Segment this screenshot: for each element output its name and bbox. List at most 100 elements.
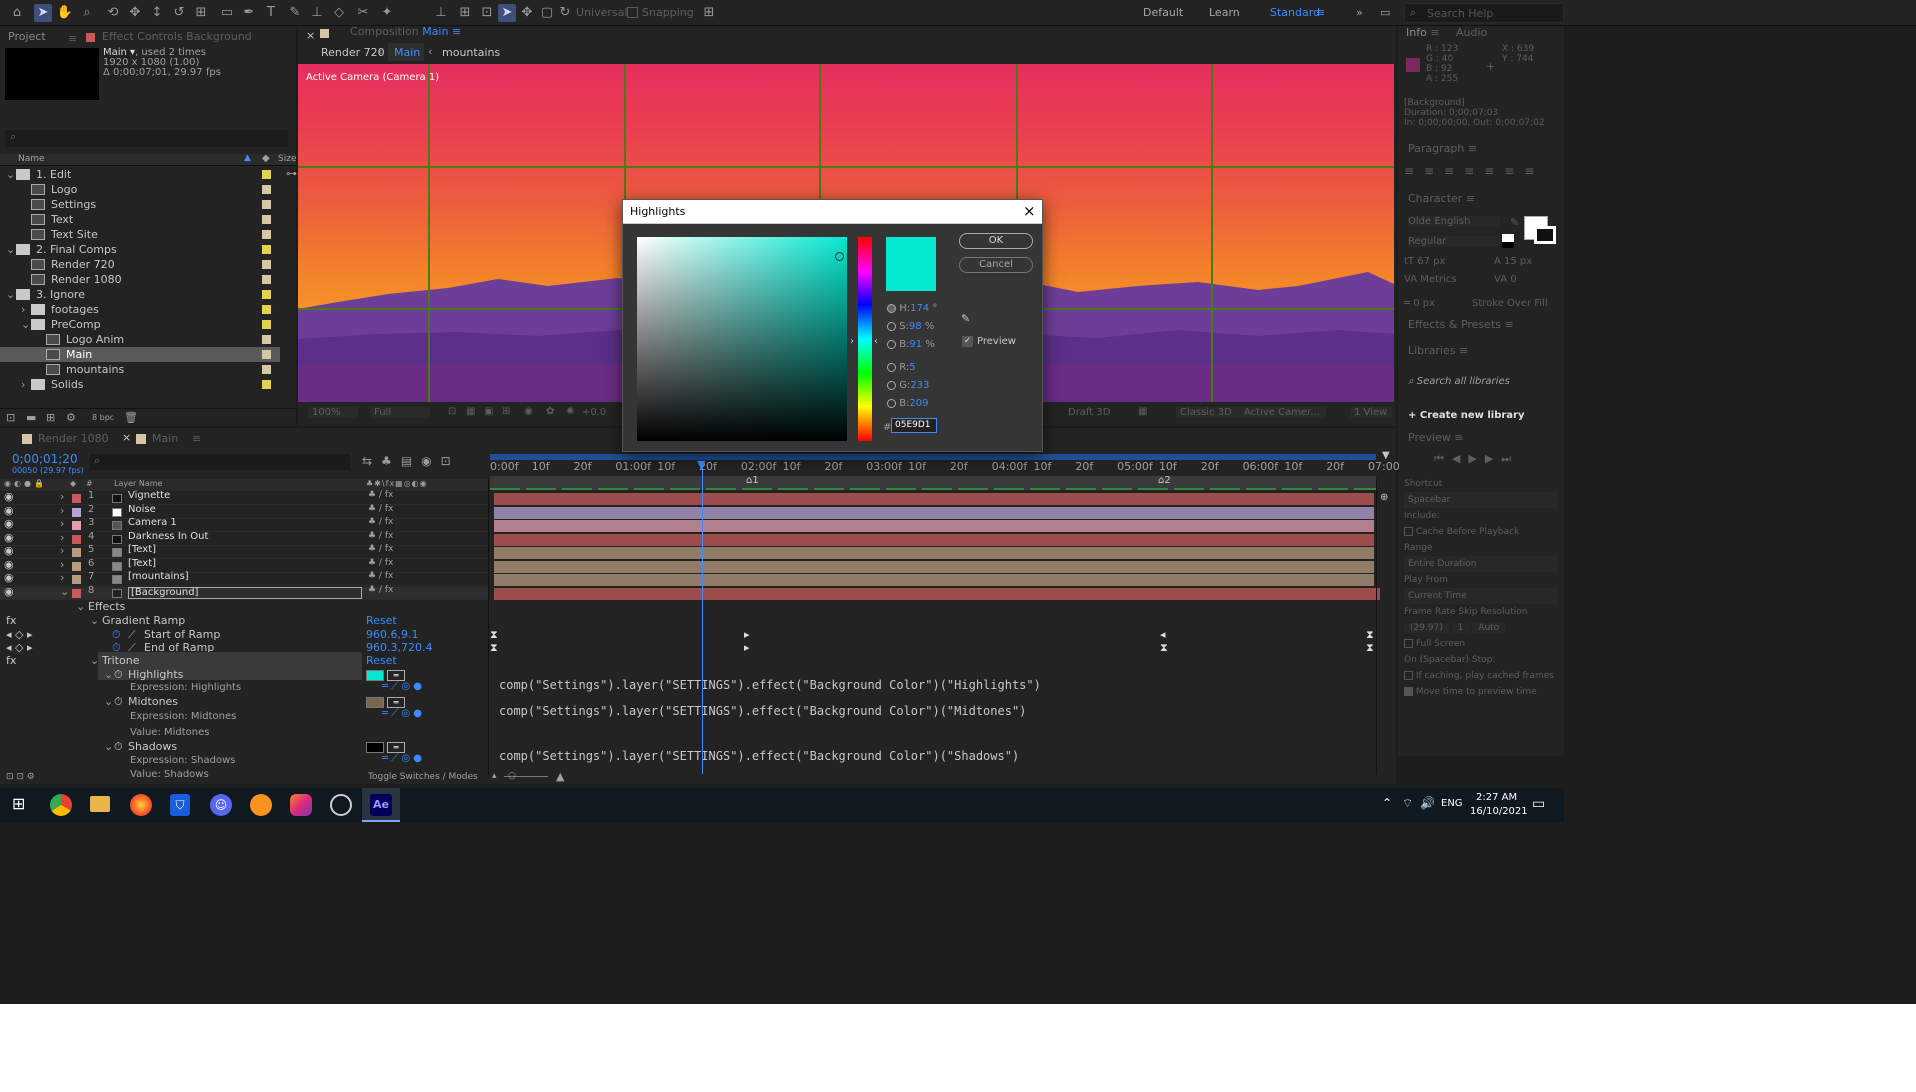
keyframe-end-1[interactable]: ⧗ (490, 639, 498, 657)
tab-project[interactable]: Project (8, 26, 46, 48)
rectangle-tool-icon[interactable]: ▭ (218, 4, 236, 22)
network-icon[interactable]: ⌔ (1402, 796, 1413, 811)
chevron-down-icon[interactable]: ⌄ (6, 167, 15, 182)
column-name[interactable]: Name (18, 154, 45, 164)
project-item[interactable]: ⌄ 3. Ignore (0, 287, 280, 302)
layer-duration-bar[interactable] (494, 493, 1374, 505)
keyframe-end-2[interactable]: ▸ (744, 639, 750, 657)
orbit-camera-icon[interactable]: ⟲ (104, 4, 122, 22)
bitwarden-icon[interactable]: ⛉ (170, 794, 190, 816)
preview-title[interactable]: Preview (1408, 431, 1451, 444)
eraser-tool-icon[interactable]: ◇ (330, 4, 348, 22)
new-comp-icon[interactable]: ⊞ (46, 411, 55, 424)
label-color-swatch[interactable] (262, 275, 271, 284)
font-size-value[interactable]: 67 px (1417, 256, 1445, 267)
layer-switches[interactable]: ♣ / fx (368, 544, 393, 554)
brightness-radio[interactable] (887, 339, 896, 349)
layer-duration-bar[interactable] (494, 506, 1374, 519)
layer-name[interactable]: [Text] (128, 544, 156, 555)
tab-main[interactable]: Main (152, 432, 178, 445)
hex-input[interactable]: 05E9D1 (891, 418, 937, 433)
delete-icon[interactable]: 🗑 (124, 411, 138, 424)
puppet-pin-icon[interactable]: ✦ (378, 4, 396, 22)
hue-field[interactable]: 174 (910, 303, 929, 314)
home-icon[interactable]: ⌂ (8, 4, 26, 22)
layer-row[interactable]: ◉ › 3 Camera 1 ♣ / fx (0, 517, 488, 532)
cache-checkbox[interactable] (1404, 527, 1413, 536)
visibility-eye-icon[interactable]: ◉ (4, 531, 14, 544)
hue-slider[interactable] (858, 237, 872, 441)
zoom-in-icon[interactable]: ▲ (556, 770, 564, 783)
comp-button-icon[interactable]: ⊕ (1380, 492, 1388, 503)
label-column-icon[interactable]: ◆ (262, 153, 270, 164)
after-effects-icon[interactable]: Ae (370, 794, 392, 816)
layer-name[interactable]: [mountains] (128, 571, 189, 582)
project-item[interactable]: › footages (0, 302, 280, 317)
rotate-icon[interactable]: ↻ (556, 4, 574, 22)
av-switches-icons[interactable]: ◉◐●🔒 (4, 479, 47, 488)
label-color-swatch[interactable] (262, 290, 271, 299)
kerning-value[interactable]: Metrics (1420, 274, 1456, 285)
libraries-menu-icon[interactable]: ≡ (1459, 344, 1468, 357)
visibility-eye-icon[interactable]: ◉ (4, 504, 14, 517)
pan-camera-icon[interactable]: ✥ (126, 4, 144, 22)
visibility-eye-icon[interactable]: ◉ (4, 571, 14, 584)
layer-label-color[interactable] (72, 534, 81, 544)
layer-switches[interactable]: ♣ / fx (368, 531, 393, 541)
mask-visibility-icon[interactable]: ▣ (484, 406, 493, 417)
stopwatch-icon[interactable]: ⏱ (114, 666, 123, 684)
layer-switches[interactable]: ♣ / fx (368, 558, 393, 568)
expression-high-controls[interactable]: ═ ⟋ ◎ ● (382, 678, 422, 696)
sort-ascending-icon[interactable]: ▲ (244, 153, 251, 163)
tritone-expand-icon[interactable]: ⌄ (90, 652, 99, 670)
chrome-icon[interactable] (50, 794, 72, 816)
label-color-swatch[interactable] (262, 305, 271, 314)
exposure-icon[interactable]: ✺ (566, 406, 574, 417)
libraries-search-input[interactable]: Search all libraries (1417, 376, 1510, 387)
new-folder-icon[interactable]: ▬ (26, 411, 36, 424)
ok-button[interactable]: OK (959, 233, 1033, 249)
gradient-expand-icon[interactable]: ⌄ (90, 612, 99, 630)
workspace-learn[interactable]: Learn (1209, 6, 1240, 19)
current-timecode[interactable]: 0;00;01;20 (12, 452, 78, 466)
preview-transport-controls[interactable]: ⏮◀▶▶⏭ (1434, 452, 1519, 466)
stopwatch-icon[interactable]: ⏱ (114, 738, 123, 756)
ground-plane-icon[interactable]: ▦ (1138, 406, 1147, 417)
preview-checkbox[interactable]: ✓ (962, 336, 973, 347)
clone-stamp-icon[interactable]: ⊥ (308, 4, 326, 22)
comp-marker-1[interactable]: ⌂1 (746, 475, 759, 486)
project-settings-icon[interactable]: ⚙ (66, 411, 76, 424)
frame-rate-dropdown[interactable]: (29.97) (1404, 623, 1449, 633)
visibility-eye-icon[interactable]: ◉ (4, 517, 14, 530)
panel-sync-icon[interactable]: ▭ (1380, 6, 1390, 19)
chevron-down-icon[interactable]: ⌄ (6, 242, 15, 257)
help-search-input[interactable]: Search Help (1427, 7, 1493, 20)
layer-name[interactable]: Noise (128, 504, 156, 515)
selection-tool-icon[interactable]: ➤ (34, 4, 52, 22)
paragraph-menu-icon[interactable]: ≡ (1468, 142, 1477, 155)
clock-time[interactable]: 2:27 AM (1476, 792, 1517, 803)
project-item[interactable]: Text Site (0, 227, 280, 242)
layer-duration-bar[interactable] (494, 533, 1374, 546)
layer-switches-icons[interactable]: ♣✱\fx▦◎◐◉ (366, 479, 428, 488)
expression-midtones-code[interactable]: comp("Settings").layer("SETTINGS").effec… (499, 702, 1026, 720)
paragraph-align-buttons[interactable]: ≡≡≡≡≡≡≡ (1404, 164, 1558, 178)
layer-duration-bar[interactable] (494, 560, 1374, 573)
chevron-down-icon[interactable]: ⌄ (6, 287, 15, 302)
footer-icons[interactable]: ⊡ ⊡ ⚙ (6, 772, 35, 782)
hue-radio[interactable] (887, 303, 896, 313)
brush-tool-icon[interactable]: ✎ (286, 4, 304, 22)
language-indicator[interactable]: ENG (1441, 798, 1463, 809)
comp-marker-2[interactable]: ⌂2 (1158, 475, 1171, 486)
green-field[interactable]: 233 (910, 380, 929, 391)
region-of-interest-icon[interactable]: ⊡ (448, 406, 456, 417)
chevron-right-icon[interactable]: › (60, 544, 64, 557)
zoom-slider-handle[interactable]: ○ (508, 771, 516, 781)
clock-date[interactable]: 16/10/2021 (1470, 806, 1528, 817)
visibility-eye-icon[interactable]: ◉ (4, 490, 14, 503)
chevron-right-icon[interactable]: › (60, 504, 64, 517)
interpret-footage-icon[interactable]: ⊡ (6, 411, 15, 424)
pen-tool-icon[interactable]: ✒ (240, 4, 258, 22)
layer-name[interactable]: Darkness In Out (128, 531, 208, 542)
zoom-out-marker-icon[interactable]: ▼ (1382, 450, 1390, 461)
